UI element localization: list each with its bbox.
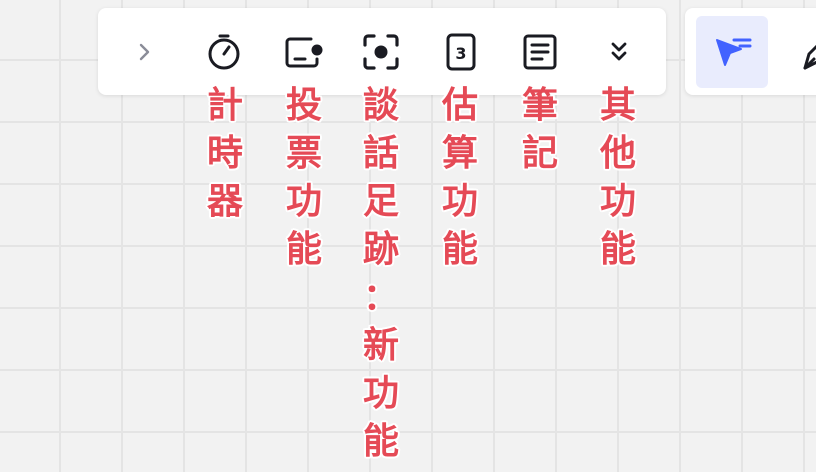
- voting-button[interactable]: [273, 22, 333, 82]
- pen-icon: [803, 44, 816, 70]
- estimation-card-icon: 3: [446, 33, 476, 71]
- annotation-char: 跡: [362, 229, 399, 270]
- annotation-notes: 筆記: [518, 82, 562, 178]
- annotation-more: 其他功能: [596, 82, 640, 274]
- annotation-char: 功: [362, 373, 399, 414]
- annotation-timer: 計時器: [203, 82, 247, 226]
- annotation-char: 功: [599, 181, 636, 222]
- annotation-char: 能: [441, 229, 478, 270]
- select-pointer-icon: [716, 38, 752, 66]
- annotation-estimation: 估算功能: [438, 82, 482, 274]
- annotation-char: ：: [362, 277, 399, 318]
- annotation-char: 他: [599, 133, 636, 174]
- annotation-char: 記: [521, 133, 558, 174]
- annotation-char: 筆: [521, 85, 558, 126]
- annotation-char: 器: [206, 181, 243, 222]
- annotation-char: 算: [441, 133, 478, 174]
- annotation-char: 估: [441, 85, 478, 126]
- voting-icon: [285, 37, 323, 68]
- annotation-talktrack: 談話足跡 ： 新功能: [359, 82, 403, 466]
- annotation-char: 能: [362, 421, 399, 462]
- annotation-char: 新: [362, 325, 399, 366]
- annotation-char: 足: [362, 181, 399, 222]
- pen-tool-button[interactable]: [781, 16, 816, 88]
- notes-icon: [523, 34, 557, 70]
- annotation-char: 計: [206, 85, 243, 126]
- chevron-right-icon: [139, 43, 150, 61]
- creation-toolbar: [685, 8, 816, 95]
- svg-text:3: 3: [455, 44, 466, 63]
- estimation-button[interactable]: 3: [431, 22, 491, 82]
- talktrack-button[interactable]: [351, 22, 411, 82]
- annotation-char: 能: [599, 229, 636, 270]
- annotation-char: 話: [362, 133, 399, 174]
- select-tool-button[interactable]: [696, 16, 768, 88]
- double-chevron-down-icon: [611, 42, 627, 61]
- more-tools-button[interactable]: [589, 22, 649, 82]
- annotation-char: 功: [441, 181, 478, 222]
- expand-toolbar-button[interactable]: [114, 22, 174, 82]
- timer-icon: [208, 34, 240, 70]
- annotation-char: 談: [362, 85, 399, 126]
- notes-button[interactable]: [510, 22, 570, 82]
- annotation-char: 時: [206, 133, 243, 174]
- annotation-char: 投: [285, 85, 322, 126]
- timer-button[interactable]: [194, 22, 254, 82]
- annotation-voting: 投票功能: [282, 82, 326, 274]
- annotation-char: 票: [285, 133, 322, 174]
- annotation-char: 其: [599, 85, 636, 126]
- annotation-char: 功: [285, 181, 322, 222]
- focus-record-icon: [363, 34, 399, 70]
- annotation-char: 能: [285, 229, 322, 270]
